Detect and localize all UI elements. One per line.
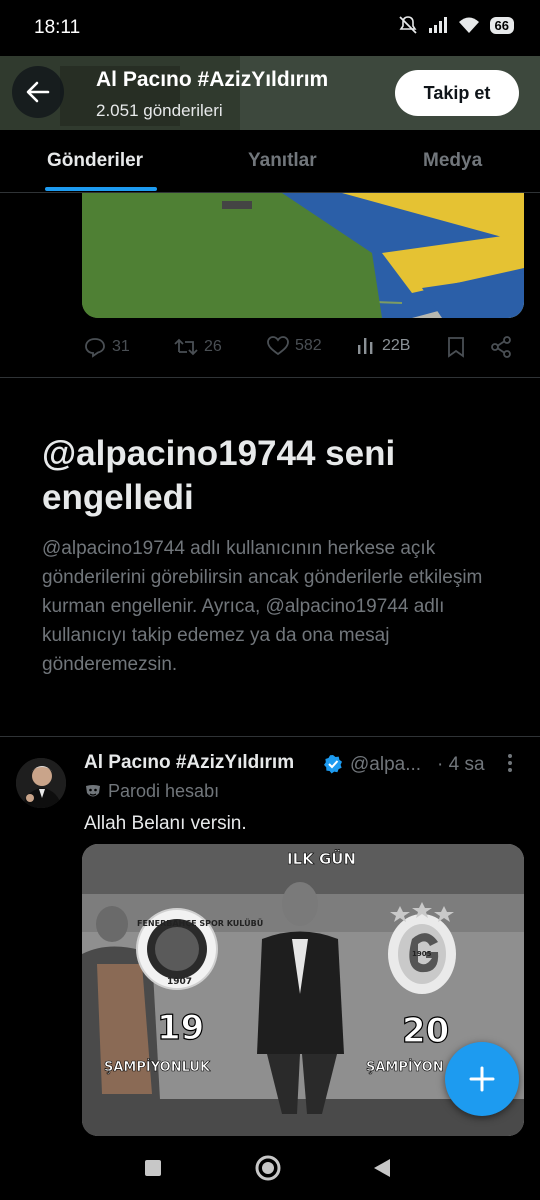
battery-indicator: 66 [489,16,514,34]
tweet-author-handle[interactable]: @alpa... [350,754,421,776]
profile-header: Al Pacıno #AzizYıldırım 2.051 gönderiler… [0,56,540,130]
recent-apps-button[interactable] [143,1158,163,1178]
status-bar: 18:11 66 [0,0,540,56]
status-icons: 66 [398,15,514,35]
bookmark-button[interactable] [447,336,465,358]
blocked-title: @alpacino19744 seni engelledi [42,434,396,517]
active-tab-indicator [45,187,157,191]
back-arrow-icon [26,81,50,103]
parody-label: Parodi hesabı [84,781,219,802]
status-time: 18:11 [34,17,81,38]
divider [0,736,540,737]
reply-icon [85,338,105,358]
more-options-button[interactable] [506,753,514,779]
more-vertical-icon [508,754,512,772]
views-count: 22B [382,337,411,354]
image-text-left-badge-year: 1907 [167,977,192,987]
retweet-count: 26 [204,338,222,355]
divider [0,377,540,378]
post-count: 2.051 gönderileri [96,101,223,120]
tweet-text: Allah Belanı versin. [84,813,247,834]
back-nav-button[interactable] [372,1157,392,1179]
avatar[interactable] [16,758,66,808]
retweet-button[interactable]: 26 [174,336,222,358]
mute-icon [398,16,417,34]
reply-count: 31 [112,338,130,355]
like-button[interactable]: 582 [267,336,322,356]
wifi-icon [458,17,479,33]
heart-icon [267,336,289,356]
profile-name: Al Pacıno #AzizYıldırım [96,68,329,91]
profile-tabs: Gönderiler Yanıtlar Medya [0,130,540,193]
image-text-right-badge-year: 1905 [412,950,432,958]
share-button[interactable] [490,336,512,358]
system-navigation-bar [0,1136,540,1200]
triangle-back-icon [374,1159,390,1177]
image-text-left-number: 19 [157,1008,204,1048]
blocked-description: @alpacino19744 adlı kullanıcının herkese… [42,538,483,675]
parody-label-text: Parodi hesabı [108,781,220,801]
signal-icon [428,17,447,33]
bookmark-icon [448,337,464,358]
square-icon [145,1160,161,1176]
share-icon [491,336,511,358]
tab-posts[interactable]: Gönderiler [47,150,143,172]
image-text-top: ILK GÜN [287,849,356,868]
tweet-author-name[interactable]: Al Pacıno #AzizYıldırım [84,752,294,774]
tweet-time[interactable]: · 4 sa [437,754,485,776]
verified-badge-icon [324,755,342,774]
back-button[interactable] [12,66,64,118]
reply-button[interactable]: 31 [84,336,130,358]
tab-media[interactable]: Medya [423,150,482,172]
theater-mask-icon [86,784,100,796]
image-text-right-caption: ŞAMPİYON [366,1059,444,1075]
retweet-icon [174,338,198,356]
like-count: 582 [295,337,322,354]
views-button[interactable]: 22B [356,336,410,356]
follow-button[interactable]: Takip et [395,70,519,116]
tab-replies[interactable]: Yanıtlar [248,150,317,172]
image-text-left-badge: FENERBAHÇE SPOR KULÜBÜ [137,918,263,928]
home-button[interactable] [255,1155,281,1181]
image-text-left-caption: ŞAMPİYONLUK [104,1059,211,1075]
home-circle-icon [255,1155,281,1181]
previous-tweet-image[interactable] [82,193,524,318]
views-icon [358,338,373,354]
image-text-right-number: 20 [402,1011,449,1051]
compose-button[interactable] [445,1042,519,1116]
plus-icon [469,1066,495,1092]
